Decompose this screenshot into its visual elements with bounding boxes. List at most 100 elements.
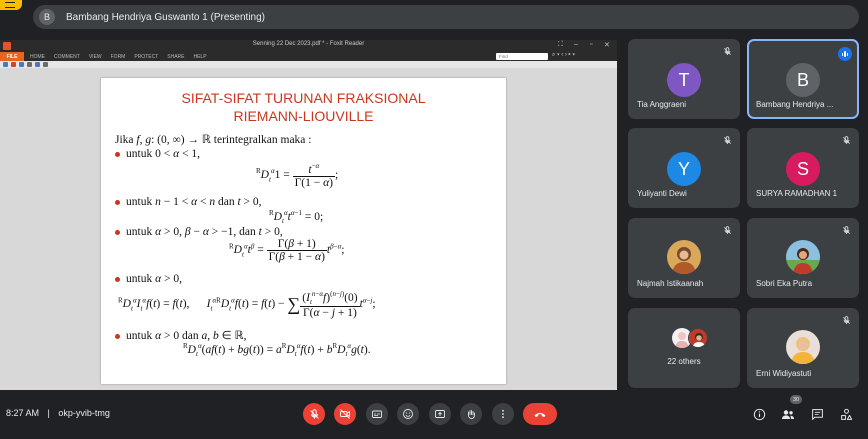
close-icon[interactable]: ✕	[604, 41, 610, 49]
slide-title-line2: RIEMANN-LIOUVILLE	[233, 108, 374, 124]
camera-off-icon	[340, 409, 350, 419]
maximize-icon[interactable]: ▫	[590, 41, 592, 48]
reactions-button[interactable]	[397, 403, 419, 425]
presenter-bar: B Bambang Hendriya Guswanto 1 (Presentin…	[33, 5, 859, 29]
undo-icon[interactable]	[35, 62, 40, 67]
file-tab[interactable]: FILE	[0, 52, 24, 61]
participant-tile[interactable]: Y Yuliyanti Dewi	[628, 128, 740, 208]
save-icon[interactable]	[11, 62, 16, 67]
avatar: T	[667, 63, 701, 97]
present-button[interactable]	[429, 403, 451, 425]
email-icon[interactable]	[27, 62, 32, 67]
participant-tile[interactable]: Erni Widiyastuti	[747, 308, 859, 388]
bullet-icon	[115, 229, 120, 235]
activities-button[interactable]	[838, 406, 854, 422]
present-icon	[435, 410, 445, 418]
hangup-icon	[534, 413, 546, 418]
restore-icon[interactable]: ⛶	[558, 41, 563, 49]
meeting-details-button[interactable]	[751, 406, 767, 422]
avatar: Y	[667, 152, 701, 186]
open-icon[interactable]	[3, 62, 8, 67]
bullet-icon	[115, 199, 120, 205]
menu-home[interactable]: HOME	[30, 54, 45, 60]
menu-share[interactable]: SHARE	[167, 54, 184, 60]
participant-name: Sobri Eka Putra	[756, 279, 813, 288]
menu-comment[interactable]: COMMENT	[54, 54, 80, 60]
leave-call-button[interactable]	[523, 403, 557, 425]
menu-protect[interactable]: PROTECT	[134, 54, 158, 60]
slide-bullet-3: untuk α > 0, β − α > −1, dan t > 0,	[115, 226, 283, 238]
chat-icon	[811, 408, 823, 420]
mic-off-icon	[724, 226, 731, 235]
meet-window: B Bambang Hendriya Guswanto 1 (Presentin…	[0, 0, 868, 439]
mic-off-icon	[843, 226, 850, 235]
captions-button[interactable]	[366, 403, 388, 425]
avatar-photo	[786, 330, 820, 364]
find-input[interactable]: Find	[496, 53, 548, 60]
activities-icon	[840, 408, 852, 420]
slide-bullet-1: untuk 0 < α < 1,	[115, 148, 200, 160]
slide-bullet-4: untuk α > 0,	[115, 273, 182, 285]
people-icon	[782, 409, 794, 419]
meeting-code: okp-yvib-tmg	[58, 408, 110, 418]
bullet-icon	[115, 333, 120, 339]
reader-titlebar: Senning 22 Dec 2023.pdf * - Foxit Reader…	[0, 40, 617, 52]
more-icon	[502, 409, 504, 419]
participant-name: Yuliyanti Dewi	[637, 189, 687, 198]
avatar-photo	[688, 328, 708, 348]
mic-off-icon	[843, 136, 850, 145]
presenter-label: Bambang Hendriya Guswanto 1 (Presenting)	[66, 11, 265, 23]
presenter-avatar: B	[39, 9, 55, 25]
avatar-photo	[786, 240, 820, 274]
reader-title: Senning 22 Dec 2023.pdf * - Foxit Reader	[252, 41, 365, 47]
participant-tile[interactable]: S SURYA RAMADHAN 1	[747, 128, 859, 208]
print-icon[interactable]	[19, 62, 24, 67]
formula-4: RDtαItαf(t) = f(t), ItαRDtαf(t) = f(t) −…	[118, 290, 376, 320]
mic-toggle-button[interactable]	[303, 403, 325, 425]
hand-badge-icon[interactable]	[0, 0, 22, 10]
participant-name: Erni Widiyastuti	[756, 369, 812, 378]
raise-hand-icon	[468, 410, 475, 419]
chat-button[interactable]	[809, 406, 825, 422]
shared-screen: Senning 22 Dec 2023.pdf * - Foxit Reader…	[0, 40, 617, 390]
slide-title-line1: SIFAT-SIFAT TURUNAN FRAKSIONAL	[181, 90, 426, 106]
people-button[interactable]	[780, 406, 796, 422]
participant-tile[interactable]: Najmah Istikaanah	[628, 218, 740, 298]
participant-tile-active[interactable]: B Bambang Hendriya ...	[747, 39, 859, 119]
formula-2: RDtαtα−1 = 0;	[269, 209, 324, 226]
formula-5: RDtα(af(t) + bg(t)) = aRDtαf(t) + bRDtαg…	[183, 342, 371, 359]
raise-hand-button[interactable]	[460, 403, 482, 425]
participant-tile[interactable]: Sobri Eka Putra	[747, 218, 859, 298]
reader-menubar: FILE HOME COMMENT VIEW FORM PROTECT SHAR…	[0, 52, 617, 61]
avatar: B	[786, 63, 820, 97]
menu-help[interactable]: HELP	[193, 54, 206, 60]
menu-view[interactable]: VIEW	[89, 54, 102, 60]
others-count: 22 others	[667, 357, 701, 366]
participant-name: Tia Anggraeni	[637, 100, 687, 109]
bullet-icon	[115, 276, 120, 282]
avatar-photo	[667, 240, 701, 274]
mic-off-icon	[309, 408, 319, 419]
formula-1: RDtα1 = t−α Γ(1 − α);	[256, 162, 339, 189]
slide-bullet-2: untuk n − 1 < α < n dan t > 0,	[115, 196, 262, 208]
camera-toggle-button[interactable]	[334, 403, 356, 425]
slide-bullet-5: untuk α > 0 dan a, b ∈ ℝ,	[115, 328, 247, 342]
menu-form[interactable]: FORM	[111, 54, 126, 60]
participant-tile[interactable]: T Tia Anggraeni	[628, 39, 740, 119]
more-options-button[interactable]	[492, 403, 514, 425]
others-tile[interactable]: 22 others	[628, 308, 740, 388]
participant-count-badge: 30	[790, 395, 802, 404]
meeting-time: 8:27 AM	[6, 408, 40, 418]
mic-off-icon	[843, 316, 850, 325]
meeting-info: 8:27 AM | okp-yvib-tmg	[6, 408, 110, 418]
bullet-icon	[115, 151, 120, 157]
find-options-icon[interactable]: ⌕ ▾ ‹ › ▸ ▾	[552, 52, 575, 59]
participant-name: SURYA RAMADHAN 1	[756, 189, 838, 198]
participant-name: Najmah Istikaanah	[637, 279, 704, 288]
emoji-icon	[403, 409, 413, 419]
slide-intro: Jika f, g: (0, ∞) → ℝ terintegralkan mak…	[115, 134, 312, 146]
redo-icon[interactable]	[43, 62, 48, 67]
minimize-icon[interactable]: –	[574, 41, 578, 48]
meeting-separator: |	[47, 408, 50, 418]
formula-3: RDtαtβ = Γ(β + 1) Γ(β + 1 − α) tβ−α;	[229, 238, 345, 263]
